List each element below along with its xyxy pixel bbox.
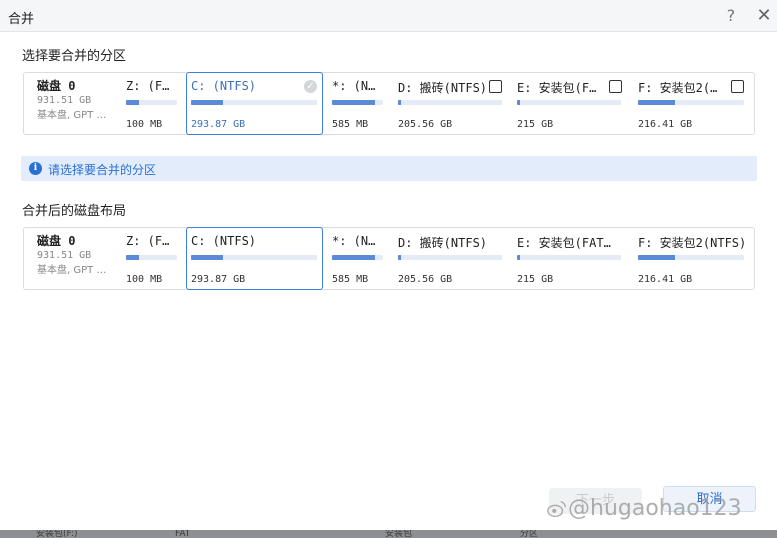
partition-label: F: 安装包2(NTFS) [638,236,747,250]
help-icon[interactable]: ? [724,6,738,26]
usage-fill [517,100,521,105]
partition-label: C: (NTFS) [191,79,257,93]
partition-z[interactable]: Z: (F… 100 MB [122,73,182,134]
usage-fill [638,255,676,260]
partition-label: C: (NTFS) [191,234,257,248]
result-partition-f: F: 安装包2(NTFS) 216.41 GB [634,228,754,289]
disk-name: 磁盘 0 [37,79,76,93]
partition-label: Z: (F… [126,234,170,248]
usage-fill [398,255,402,260]
partition-size: 205.56 GB [398,119,453,130]
info-message: 请选择要合并的分区 [48,163,157,177]
partition-checkbox[interactable] [609,80,622,93]
partition-label: E: 安装包(FAT… [517,236,611,250]
usage-bar [191,100,317,105]
result-disk-row: 磁盘 0 931.51 GB 基本盘, GPT … Z: (F… 100 MB … [23,227,755,290]
disk-size: 931.51 GB [37,250,92,261]
usage-fill [517,255,521,260]
window-title: 合并 [8,12,35,27]
disk-info: 磁盘 0 931.51 GB 基本盘, GPT … [24,73,124,134]
usage-bar [126,255,177,260]
usage-bar [398,255,502,260]
usage-bar [638,255,744,260]
disk-size: 931.51 GB [37,95,92,106]
disk-name: 磁盘 0 [37,234,76,248]
usage-fill [398,100,402,105]
disk-type: 基本盘, GPT … [37,110,107,121]
partition-d[interactable]: D: 搬砖(NTFS) 205.56 GB [394,73,506,134]
usage-fill [191,255,223,260]
usage-fill [638,100,676,105]
partition-size: 215 GB [517,119,554,130]
usage-bar [332,255,383,260]
partition-size: 293.87 GB [191,274,246,285]
usage-bar [398,100,502,105]
partition-label: E: 安装包(F… [517,81,597,95]
info-bar: i 请选择要合并的分区 [21,156,757,181]
partition-size: 205.56 GB [398,274,453,285]
result-partition-d: D: 搬砖(NTFS) 205.56 GB [394,228,506,289]
usage-fill [126,255,139,260]
select-disk-row: 磁盘 0 931.51 GB 基本盘, GPT … Z: (F… 100 MB … [23,72,755,135]
partition-label: D: 搬砖(NTFS) [398,81,488,95]
partition-label: *: (N… [332,234,376,248]
taskbar-item: 安装包 [385,530,413,538]
partition-size: 216.41 GB [638,119,693,130]
result-partition-star: *: (N… 585 MB [328,228,388,289]
partition-label: *: (N… [332,79,376,93]
usage-fill [332,255,376,260]
result-partition-z: Z: (F… 100 MB [122,228,182,289]
partition-checkbox[interactable] [489,80,502,93]
partition-f[interactable]: F: 安装包2(… 216.41 GB [634,73,754,134]
usage-bar [126,100,177,105]
usage-bar [517,255,621,260]
taskbar-item: FAT [175,530,191,538]
usage-bar [638,100,744,105]
usage-fill [126,100,139,105]
close-icon[interactable]: ✕ [756,5,772,26]
disk-type: 基本盘, GPT … [37,265,107,276]
partition-c[interactable]: C: (NTFS) 293.87 GB ✓ [186,72,323,135]
partition-size: 100 MB [126,274,163,285]
select-partition-heading: 选择要合并的分区 [22,49,127,64]
partition-size: 585 MB [332,119,369,130]
result-layout-heading: 合并后的磁盘布局 [22,204,127,219]
taskbar: 安装包(F:) FAT 安装包 分区 [0,530,777,538]
watermark-text: @hugaohao123 [568,496,742,521]
partition-label: F: 安装包2(… [638,81,718,95]
taskbar-item: 安装包(F:) [36,530,78,538]
partition-star[interactable]: *: (N… 585 MB [328,73,388,134]
partition-label: Z: (F… [126,79,170,93]
usage-fill [332,100,376,105]
result-partition-e: E: 安装包(FAT… 215 GB [513,228,626,289]
partition-size: 585 MB [332,274,369,285]
taskbar-item: 分区 [520,530,539,538]
partition-size: 216.41 GB [638,274,693,285]
usage-fill [191,100,223,105]
info-icon: i [29,162,42,175]
partition-size: 293.87 GB [191,119,246,130]
result-partition-c: C: (NTFS) 293.87 GB [186,227,323,290]
partition-checkbox[interactable] [731,80,744,93]
title-bar: 合并 ? ✕ [0,0,777,32]
partition-size: 100 MB [126,119,163,130]
weibo-logo-icon [547,500,566,518]
usage-bar [191,255,317,260]
watermark: @hugaohao123 [546,496,742,521]
usage-bar [332,100,383,105]
usage-bar [517,100,621,105]
partition-e[interactable]: E: 安装包(F… 215 GB [513,73,626,134]
partition-size: 215 GB [517,274,554,285]
partition-label: D: 搬砖(NTFS) [398,236,488,250]
disk-info: 磁盘 0 931.51 GB 基本盘, GPT … [24,228,124,289]
partition-checkbox[interactable]: ✓ [304,80,317,93]
